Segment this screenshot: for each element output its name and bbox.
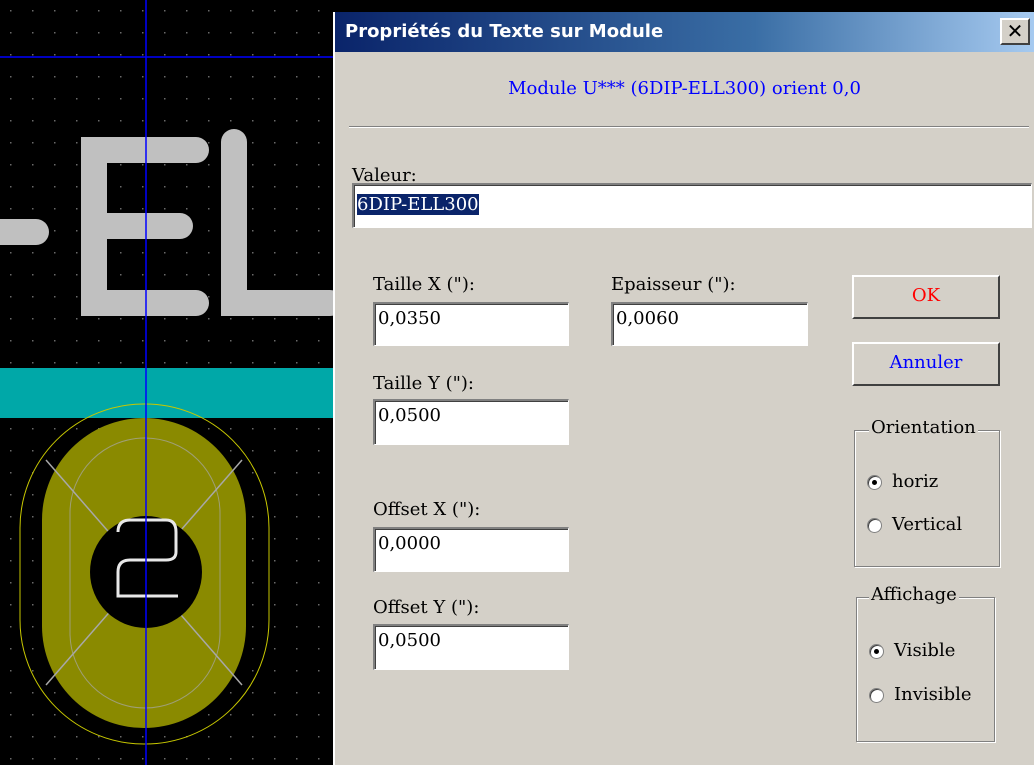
separator	[349, 126, 1029, 128]
orientation-option-label: Vertical	[892, 514, 963, 535]
orientation-option-label: horiz	[892, 471, 939, 492]
orientation-option-vertical[interactable]: Vertical	[867, 514, 962, 535]
offset-x-field[interactable]: 0,0000	[373, 527, 569, 572]
value-text: 6DIP-ELL300	[357, 194, 479, 215]
thickness-field[interactable]: 0,0060	[611, 302, 808, 346]
thickness-label: Epaisseur ("):	[611, 274, 736, 295]
orientation-option-horiz[interactable]: horiz	[867, 471, 938, 492]
dialog-title: Propriétés du Texte sur Module	[345, 21, 664, 42]
size-y-label: Taille Y ("):	[373, 373, 474, 394]
display-option-label: Invisible	[894, 684, 972, 705]
title-bar[interactable]: Propriétés du Texte sur Module ✕	[335, 12, 1034, 52]
value-field[interactable]: 6DIP-ELL300	[352, 183, 1032, 228]
orientation-legend: Orientation	[869, 417, 978, 438]
display-option-label: Visible	[894, 640, 956, 661]
offset-y-label: Offset Y ("):	[373, 597, 480, 618]
size-x-label: Taille X ("):	[373, 274, 475, 295]
pcb-canvas[interactable]	[0, 0, 340, 765]
size-x-field[interactable]: 0,0350	[373, 302, 569, 346]
radio-icon	[867, 517, 882, 533]
offset-x-label: Offset X ("):	[373, 499, 481, 520]
radio-icon	[867, 474, 882, 490]
size-y-field[interactable]: 0,0500	[373, 399, 569, 445]
copper-track	[0, 368, 340, 418]
radio-icon	[869, 687, 884, 703]
radio-icon	[869, 643, 884, 659]
pcb-drawing	[0, 0, 340, 765]
cancel-button[interactable]: Annuler	[852, 342, 1000, 386]
display-option-invisible[interactable]: Invisible	[869, 684, 972, 705]
ok-button[interactable]: OK	[852, 275, 1000, 319]
display-option-visible[interactable]: Visible	[869, 640, 955, 661]
orientation-group: Orientation horiz Vertical	[854, 417, 1000, 567]
close-icon: ✕	[1006, 19, 1024, 43]
module-info: Module U*** (6DIP-ELL300) orient 0,0	[508, 78, 861, 99]
offset-y-field[interactable]: 0,0500	[373, 624, 569, 670]
close-button[interactable]: ✕	[1000, 18, 1030, 45]
display-legend: Affichage	[869, 584, 959, 605]
text-properties-dialog: Propriétés du Texte sur Module ✕ Module …	[333, 12, 1034, 765]
display-group: Affichage Visible Invisible	[856, 584, 995, 742]
